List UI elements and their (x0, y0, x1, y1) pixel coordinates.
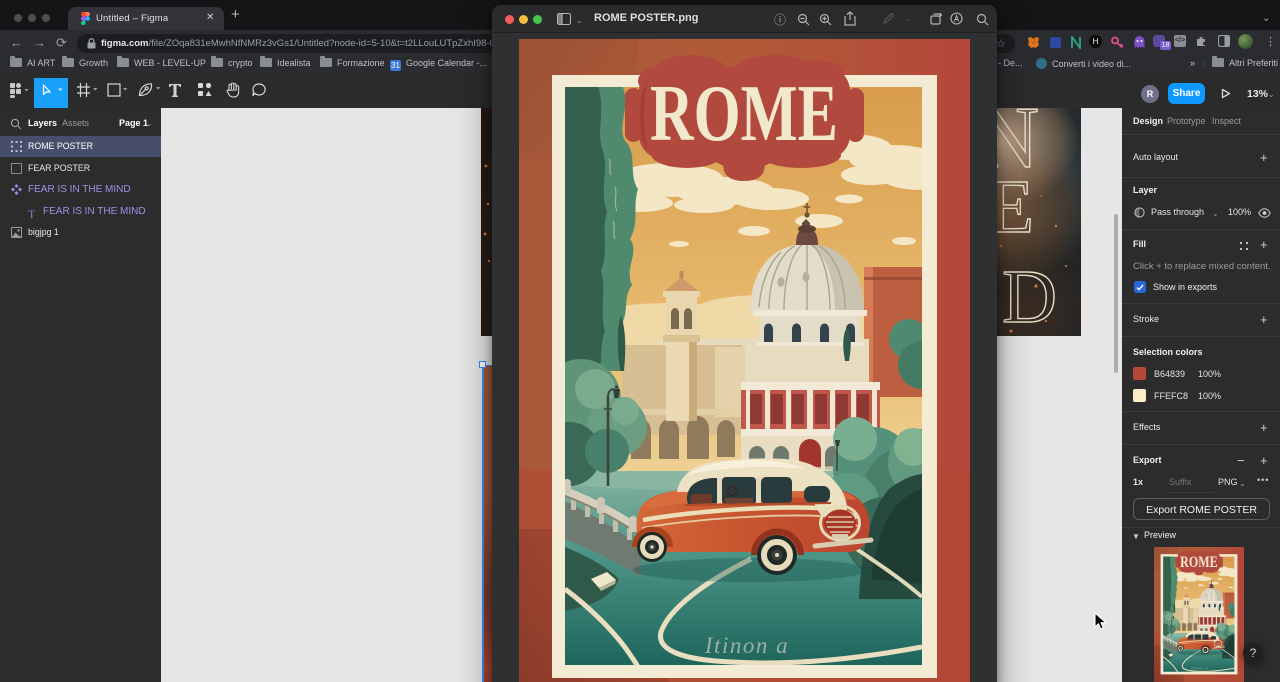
svg-text:D: D (1002, 255, 1057, 336)
